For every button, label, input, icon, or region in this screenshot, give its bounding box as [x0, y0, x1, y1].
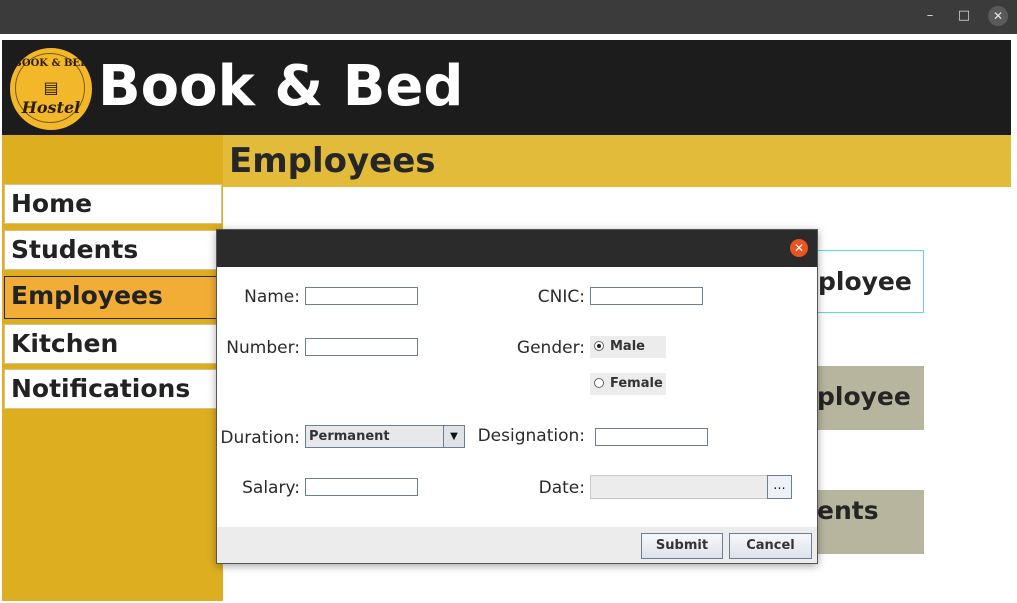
cnic-label: CNIC:	[537, 287, 585, 307]
date-picker-button[interactable]: ...	[767, 475, 792, 499]
radio-selected-icon	[594, 341, 604, 351]
name-label: Name:	[244, 287, 300, 307]
maximize-icon[interactable]: □	[955, 8, 973, 23]
salary-label: Salary:	[242, 478, 300, 498]
dialog-close-icon[interactable]: ✕	[790, 239, 808, 257]
sidebar-item-students[interactable]: Students	[4, 230, 222, 270]
number-label: Number:	[226, 338, 300, 358]
sidebar-item-kitchen[interactable]: Kitchen	[4, 324, 222, 364]
date-label: Date:	[538, 478, 585, 498]
bed-icon: ▤	[43, 78, 59, 97]
submit-button[interactable]: Submit	[641, 533, 723, 559]
male-label: Male	[610, 339, 645, 354]
designation-label: Designation:	[477, 426, 585, 446]
duration-label: Duration:	[220, 428, 300, 448]
sidebar-item-notifications[interactable]: Notifications	[4, 369, 222, 409]
minimize-icon[interactable]: –	[921, 8, 939, 23]
gender-male-radio[interactable]: Male	[590, 336, 666, 358]
date-field[interactable]	[590, 475, 768, 499]
duration-select[interactable]: Permanent ▼	[305, 425, 465, 448]
hostel-logo: BOOK & BED ▤ Hostel	[8, 46, 94, 132]
female-label: Female	[610, 376, 663, 391]
sidebar: Home Students Employees Kitchen Notifica…	[2, 135, 223, 601]
gender-label: Gender:	[516, 338, 585, 358]
number-field[interactable]	[305, 338, 418, 356]
window-titlebar	[0, 0, 1017, 34]
app-title: Book & Bed	[98, 54, 464, 119]
cnic-field[interactable]	[590, 287, 703, 305]
radio-unselected-icon	[594, 378, 604, 388]
cancel-button[interactable]: Cancel	[729, 533, 812, 559]
name-field[interactable]	[305, 287, 418, 305]
page-title: Employees	[229, 141, 436, 181]
payments-label: ents	[817, 496, 879, 525]
sidebar-item-employees[interactable]: Employees	[4, 276, 222, 319]
view-employee-label: ployee	[817, 382, 911, 411]
add-employee-dialog	[216, 229, 818, 564]
chevron-down-icon[interactable]: ▼	[443, 426, 464, 447]
designation-field[interactable]	[595, 428, 708, 446]
dialog-footer	[217, 527, 817, 563]
logo-script-text: Hostel	[21, 98, 81, 117]
logo-top-text: BOOK & BED	[13, 58, 89, 69]
dialog-titlebar	[217, 230, 817, 267]
sidebar-item-home[interactable]: Home	[4, 184, 222, 224]
duration-value: Permanent	[309, 429, 390, 444]
add-employee-label: ployee	[818, 267, 912, 296]
gender-female-radio[interactable]: Female	[590, 373, 666, 395]
window-close-icon[interactable]: ✕	[988, 6, 1008, 26]
salary-field[interactable]	[305, 478, 418, 496]
